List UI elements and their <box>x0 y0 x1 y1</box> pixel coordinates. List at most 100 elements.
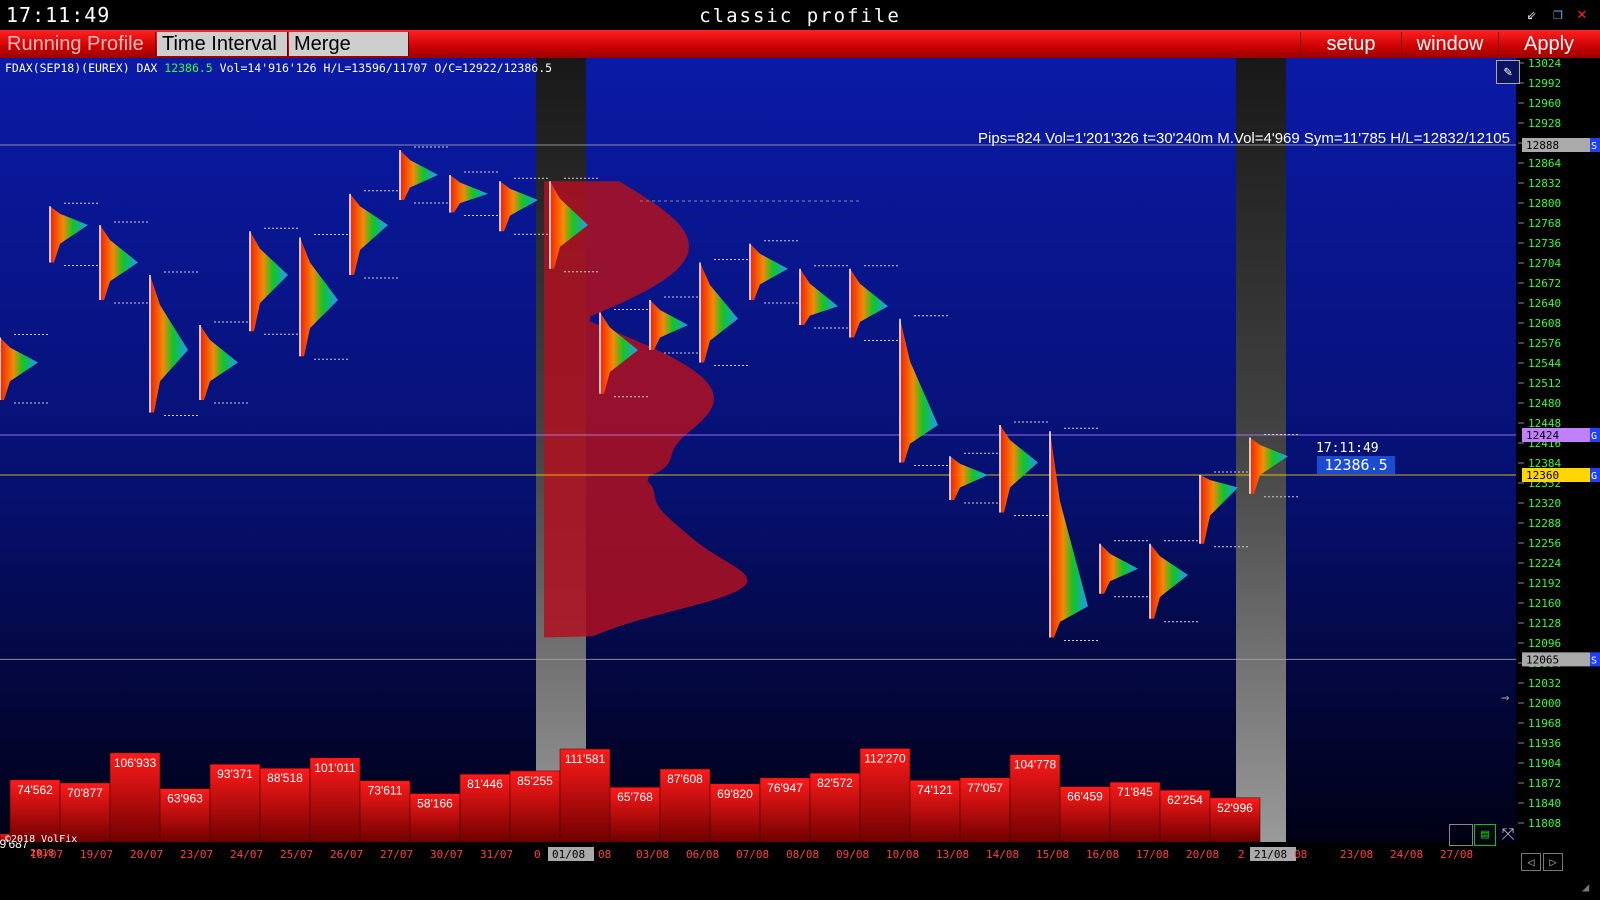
tab-merge-contracts[interactable]: Merge Contr <box>289 32 409 79</box>
price-tick: 12512 <box>1528 377 1561 390</box>
chart-canvas[interactable]: 9'68774'562 70'877106'93363'96393'371 88'5… <box>0 58 1600 900</box>
price-marker-tag: G <box>1591 471 1597 482</box>
price-marker-label: 12065 <box>1526 653 1559 666</box>
price-tick: 12160 <box>1528 597 1561 610</box>
date-label: 23/08 <box>1340 848 1373 861</box>
volume-label: 106'933 <box>114 756 157 770</box>
setup-button[interactable]: setup <box>1300 32 1401 56</box>
date-label: 07/08 <box>736 848 769 861</box>
minimize-icon[interactable]: ⇙ <box>1524 6 1540 22</box>
volume-label: 77'057 <box>967 781 1003 795</box>
tab-running-profile[interactable]: Running Profile <box>2 32 156 56</box>
volume-label: 69'820 <box>717 787 753 801</box>
price-marker-tag: S <box>1591 655 1597 666</box>
price-tick: 13024 <box>1528 58 1561 70</box>
volume-label: 63'963 <box>167 792 203 806</box>
instrument-volume: Vol=14'916'126 <box>219 61 317 75</box>
date-label: 27/07 <box>380 848 413 861</box>
date-label: 20/08 <box>1186 848 1219 861</box>
price-tick: 12672 <box>1528 277 1561 290</box>
date-label: 25/07 <box>280 848 313 861</box>
maximize-icon[interactable]: ❐ <box>1550 6 1566 22</box>
price-tick: 12256 <box>1528 537 1561 550</box>
instrument-symbol: FDAX(SEP18)(EUREX) DAX <box>5 61 158 75</box>
date-label: 06/08 <box>686 848 719 861</box>
current-price-box: 12386.5 <box>1317 456 1395 474</box>
volume-label: 87'608 <box>667 772 703 786</box>
apply-button[interactable]: Apply <box>1498 32 1599 56</box>
date-label: 0 <box>534 848 541 861</box>
volume-label: 71'845 <box>1117 785 1153 799</box>
close-icon[interactable]: ✕ <box>1574 6 1590 22</box>
volume-label: 101'011 <box>314 761 356 775</box>
price-tick: 12928 <box>1528 117 1561 130</box>
tab-time-interval[interactable]: Time Interval <box>157 32 288 56</box>
volume-label: 70'877 <box>67 786 103 800</box>
volume-label: 81'446 <box>467 777 503 791</box>
price-tick: 12224 <box>1528 557 1561 570</box>
volume-label: 82'572 <box>817 776 853 790</box>
date-label: 2 <box>1238 848 1245 861</box>
price-tick: 12544 <box>1528 357 1561 370</box>
price-tick: 12640 <box>1528 297 1561 310</box>
date-label: 27/08 <box>1440 848 1473 861</box>
date-label: 21/08 <box>1254 848 1287 861</box>
grid-layout-icon[interactable] <box>1449 824 1473 846</box>
window-title: classic profile <box>699 5 901 27</box>
volume-label: 58'166 <box>417 797 453 811</box>
resize-grip-icon[interactable]: ◢ <box>1582 880 1589 894</box>
chart-layout-icon[interactable]: ▤ <box>1474 824 1496 846</box>
price-tick: 12480 <box>1528 397 1561 410</box>
price-tick: 12128 <box>1528 617 1561 630</box>
volume-label: 88'518 <box>267 771 303 785</box>
instrument-info: FDAX(SEP18)(EUREX) DAX 12386.5 Vol=14'91… <box>5 61 552 75</box>
volume-label: 76'947 <box>767 781 803 795</box>
price-tick: 11936 <box>1528 737 1561 750</box>
date-label: 03/08 <box>636 848 669 861</box>
price-marker-tag: G <box>1591 431 1597 442</box>
price-tick: 11904 <box>1528 757 1561 770</box>
price-tick: 12736 <box>1528 237 1561 250</box>
price-tick: 12864 <box>1528 157 1561 170</box>
date-label: 13/08 <box>936 848 969 861</box>
date-label: 19/07 <box>80 848 113 861</box>
date-label: 14/08 <box>986 848 1019 861</box>
volume-label: 93'371 <box>217 767 253 781</box>
volume-label: 74'121 <box>917 783 953 797</box>
date-label: 26/07 <box>330 848 363 861</box>
expand-icon[interactable]: ⤧ <box>1497 824 1519 844</box>
volume-label: 74'562 <box>17 783 53 797</box>
price-tick: 12320 <box>1528 497 1561 510</box>
title-bar: 17:11:49 classic profile ⇙ ❐ ✕ <box>0 0 1600 30</box>
window-button[interactable]: window <box>1401 32 1498 56</box>
volume-label: 52'996 <box>1217 801 1253 815</box>
date-label: 23/07 <box>180 848 213 861</box>
price-tick: 12992 <box>1528 77 1561 90</box>
profile-stats: Pips=824 Vol=1'201'326 t=30'240m M.Vol=4… <box>978 130 1510 147</box>
instrument-high-low: H/L=13596/11707 <box>323 61 428 75</box>
arrow-right-icon: → <box>1501 690 1510 706</box>
price-tick: 11840 <box>1528 797 1561 810</box>
price-tick: 12576 <box>1528 337 1561 350</box>
year-label: 2018 <box>30 848 55 859</box>
price-tick: 12768 <box>1528 217 1561 230</box>
price-tick: 12096 <box>1528 637 1561 650</box>
volume-label: 112'270 <box>864 751 906 765</box>
instrument-open-close: O/C=12922/12386.5 <box>434 61 553 75</box>
price-tick: 12608 <box>1528 317 1561 330</box>
date-label: 17/08 <box>1136 848 1169 861</box>
date-label: 09/08 <box>836 848 869 861</box>
pencil-icon[interactable]: ✎ <box>1496 60 1520 84</box>
scroll-right-icon[interactable]: ▷ <box>1543 853 1563 871</box>
price-tick: 11872 <box>1528 777 1561 790</box>
volume-label: 65'768 <box>617 790 653 804</box>
date-label: 24/07 <box>230 848 263 861</box>
price-tick: 11968 <box>1528 717 1561 730</box>
volume-label: 66'459 <box>1067 790 1103 804</box>
price-tick: 12032 <box>1528 677 1561 690</box>
price-tick: 12960 <box>1528 97 1561 110</box>
instrument-price: 12386.5 <box>164 61 213 75</box>
scroll-left-icon[interactable]: ◁ <box>1521 853 1541 871</box>
date-label: 30/07 <box>430 848 463 861</box>
volume-label: 85'255 <box>517 774 553 788</box>
